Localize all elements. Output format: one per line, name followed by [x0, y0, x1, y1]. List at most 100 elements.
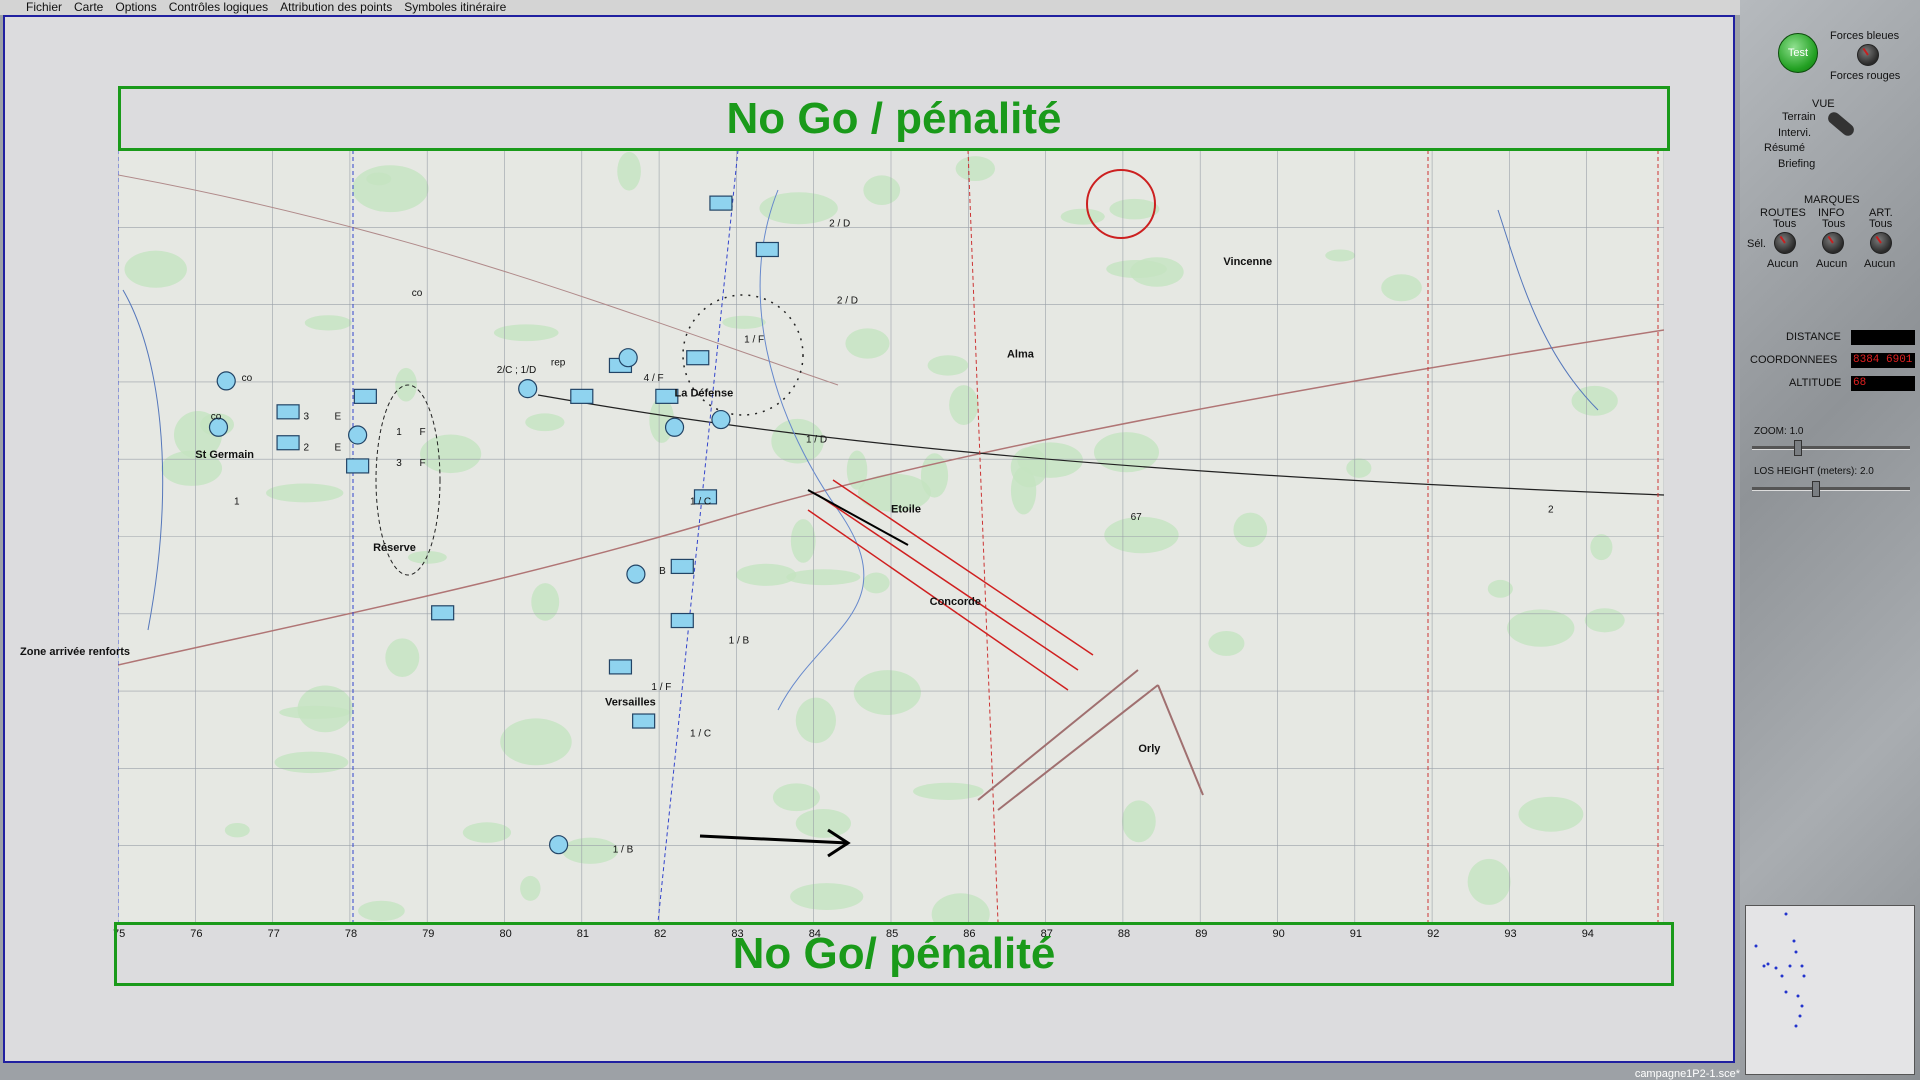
- vegetation-patch: [525, 413, 565, 432]
- marques-info-top: Tous: [1822, 218, 1846, 230]
- unit-label: 1 / C: [690, 728, 711, 739]
- los-slider-thumb[interactable]: [1812, 481, 1820, 497]
- unit-label: 1 / B: [729, 636, 750, 647]
- unit-symbol[interactable]: [570, 388, 594, 404]
- zoom-slider-track[interactable]: [1752, 446, 1910, 450]
- unit-symbol[interactable]: [670, 612, 694, 629]
- place-label: Réserve: [373, 542, 416, 554]
- unit-symbol[interactable]: [348, 425, 368, 445]
- vegetation-patch: [297, 685, 353, 733]
- altitude-label: ALTITUDE: [1789, 377, 1842, 389]
- unit-symbol[interactable]: [276, 435, 300, 451]
- forces-selector-knob[interactable]: [1857, 44, 1879, 66]
- vegetation-patch: [786, 569, 861, 586]
- vegetation-patch: [562, 837, 619, 864]
- forces-blue-label: Forces bleues: [1830, 30, 1900, 42]
- unit-label: co: [242, 373, 253, 384]
- vue-option-resume[interactable]: Résumé: [1764, 142, 1805, 154]
- vegetation-patch: [927, 355, 969, 376]
- vue-title: VUE: [1812, 98, 1835, 110]
- menu-options[interactable]: Options: [109, 0, 162, 15]
- vegetation-patch: [1381, 274, 1422, 302]
- vegetation-patch: [617, 151, 641, 191]
- marques-routes-bottom: Aucun: [1767, 258, 1799, 270]
- vegetation-patch: [772, 783, 820, 812]
- unit-symbol[interactable]: [276, 404, 300, 420]
- art-knob[interactable]: [1870, 232, 1892, 254]
- routes-knob[interactable]: [1774, 232, 1796, 254]
- place-label: St Germain: [195, 449, 254, 461]
- unit-symbol[interactable]: [709, 195, 733, 211]
- unit-label: 67: [1131, 512, 1143, 523]
- vegetation-patch: [1507, 609, 1575, 647]
- unit-label: E: [334, 412, 341, 423]
- minimap-unit-dot: [1788, 964, 1792, 968]
- unit-symbol[interactable]: [518, 379, 538, 399]
- vegetation-patch: [1518, 796, 1584, 832]
- minimap-unit-dot: [1762, 964, 1766, 968]
- unit-symbol[interactable]: [686, 350, 710, 366]
- coordinates-label: COORDONNEES: [1750, 354, 1838, 366]
- vegetation-patch: [224, 822, 250, 838]
- test-button-label: Test: [1787, 47, 1809, 59]
- vegetation-patch: [462, 822, 512, 843]
- unit-symbol[interactable]: [632, 713, 656, 729]
- unit-symbol[interactable]: [670, 558, 694, 575]
- los-slider-track[interactable]: [1752, 487, 1910, 491]
- place-label: Orly: [1138, 743, 1161, 755]
- info-knob[interactable]: [1822, 232, 1844, 254]
- vegetation-patch: [949, 385, 979, 425]
- vegetation-patch: [531, 583, 560, 621]
- menu-bar: Fichier Carte Options Contrôles logiques…: [0, 0, 1740, 15]
- place-label: Vincenne: [1223, 256, 1272, 268]
- unit-symbol[interactable]: [353, 388, 377, 404]
- menu-symboles-itineraire[interactable]: Symboles itinéraire: [398, 0, 512, 15]
- zoom-label-text: ZOOM:: [1754, 426, 1787, 437]
- unit-label: 2: [304, 442, 310, 453]
- unit-label: 1 / F: [744, 334, 764, 345]
- vegetation-patch: [863, 175, 901, 205]
- vue-option-briefing[interactable]: Briefing: [1778, 158, 1815, 170]
- unit-symbol[interactable]: [216, 371, 236, 391]
- zoom-slider-thumb[interactable]: [1794, 440, 1802, 456]
- minimap-unit-dot: [1774, 966, 1778, 970]
- vegetation-patch: [795, 697, 837, 744]
- marques-sel-label: Sél.: [1747, 238, 1766, 250]
- unit-label: 1 / C: [690, 497, 711, 508]
- unit-symbol[interactable]: [549, 835, 569, 855]
- menu-attribution-points[interactable]: Attribution des points: [274, 0, 398, 15]
- menu-fichier[interactable]: Fichier: [0, 0, 68, 15]
- vegetation-patch: [1106, 259, 1167, 279]
- unit-symbol[interactable]: [618, 348, 638, 368]
- vegetation-patch: [1584, 608, 1625, 633]
- unit-symbol[interactable]: [431, 605, 455, 621]
- unit-label: 1: [234, 497, 240, 508]
- unit-symbol[interactable]: [755, 241, 779, 258]
- test-button[interactable]: Test: [1778, 33, 1818, 73]
- vegetation-patch: [1590, 534, 1613, 561]
- coordinates-readout: 8384 6901: [1851, 353, 1915, 368]
- menu-controles-logiques[interactable]: Contrôles logiques: [163, 0, 274, 15]
- vegetation-patch: [493, 324, 559, 342]
- unit-symbol[interactable]: [664, 417, 685, 437]
- vegetation-patch: [304, 315, 352, 331]
- vegetation-patch: [1325, 249, 1356, 262]
- place-label: La Défense: [675, 387, 734, 399]
- minimap-dots: [1754, 912, 1806, 1028]
- vue-option-terrain[interactable]: Terrain: [1782, 111, 1816, 123]
- unit-label: 1: [396, 427, 402, 438]
- vue-option-intervi[interactable]: Intervi.: [1778, 127, 1811, 139]
- vegetation-patch: [274, 751, 349, 774]
- unit-symbol[interactable]: [626, 564, 646, 584]
- vegetation-patch: [366, 172, 392, 186]
- menu-carte[interactable]: Carte: [68, 0, 109, 15]
- minimap-unit-dot: [1802, 974, 1806, 978]
- vegetation-patch: [955, 156, 996, 182]
- minimap-unit-dot: [1792, 939, 1796, 943]
- unit-symbol[interactable]: [608, 659, 633, 675]
- vegetation-patch: [1571, 385, 1618, 416]
- unit-symbol[interactable]: [711, 409, 731, 430]
- unit-symbol[interactable]: [346, 458, 370, 474]
- tactical-map[interactable]: St GermainRéserveLa DéfenseAlmaVincenneT…: [118, 150, 1664, 922]
- minimap[interactable]: [1745, 905, 1915, 1075]
